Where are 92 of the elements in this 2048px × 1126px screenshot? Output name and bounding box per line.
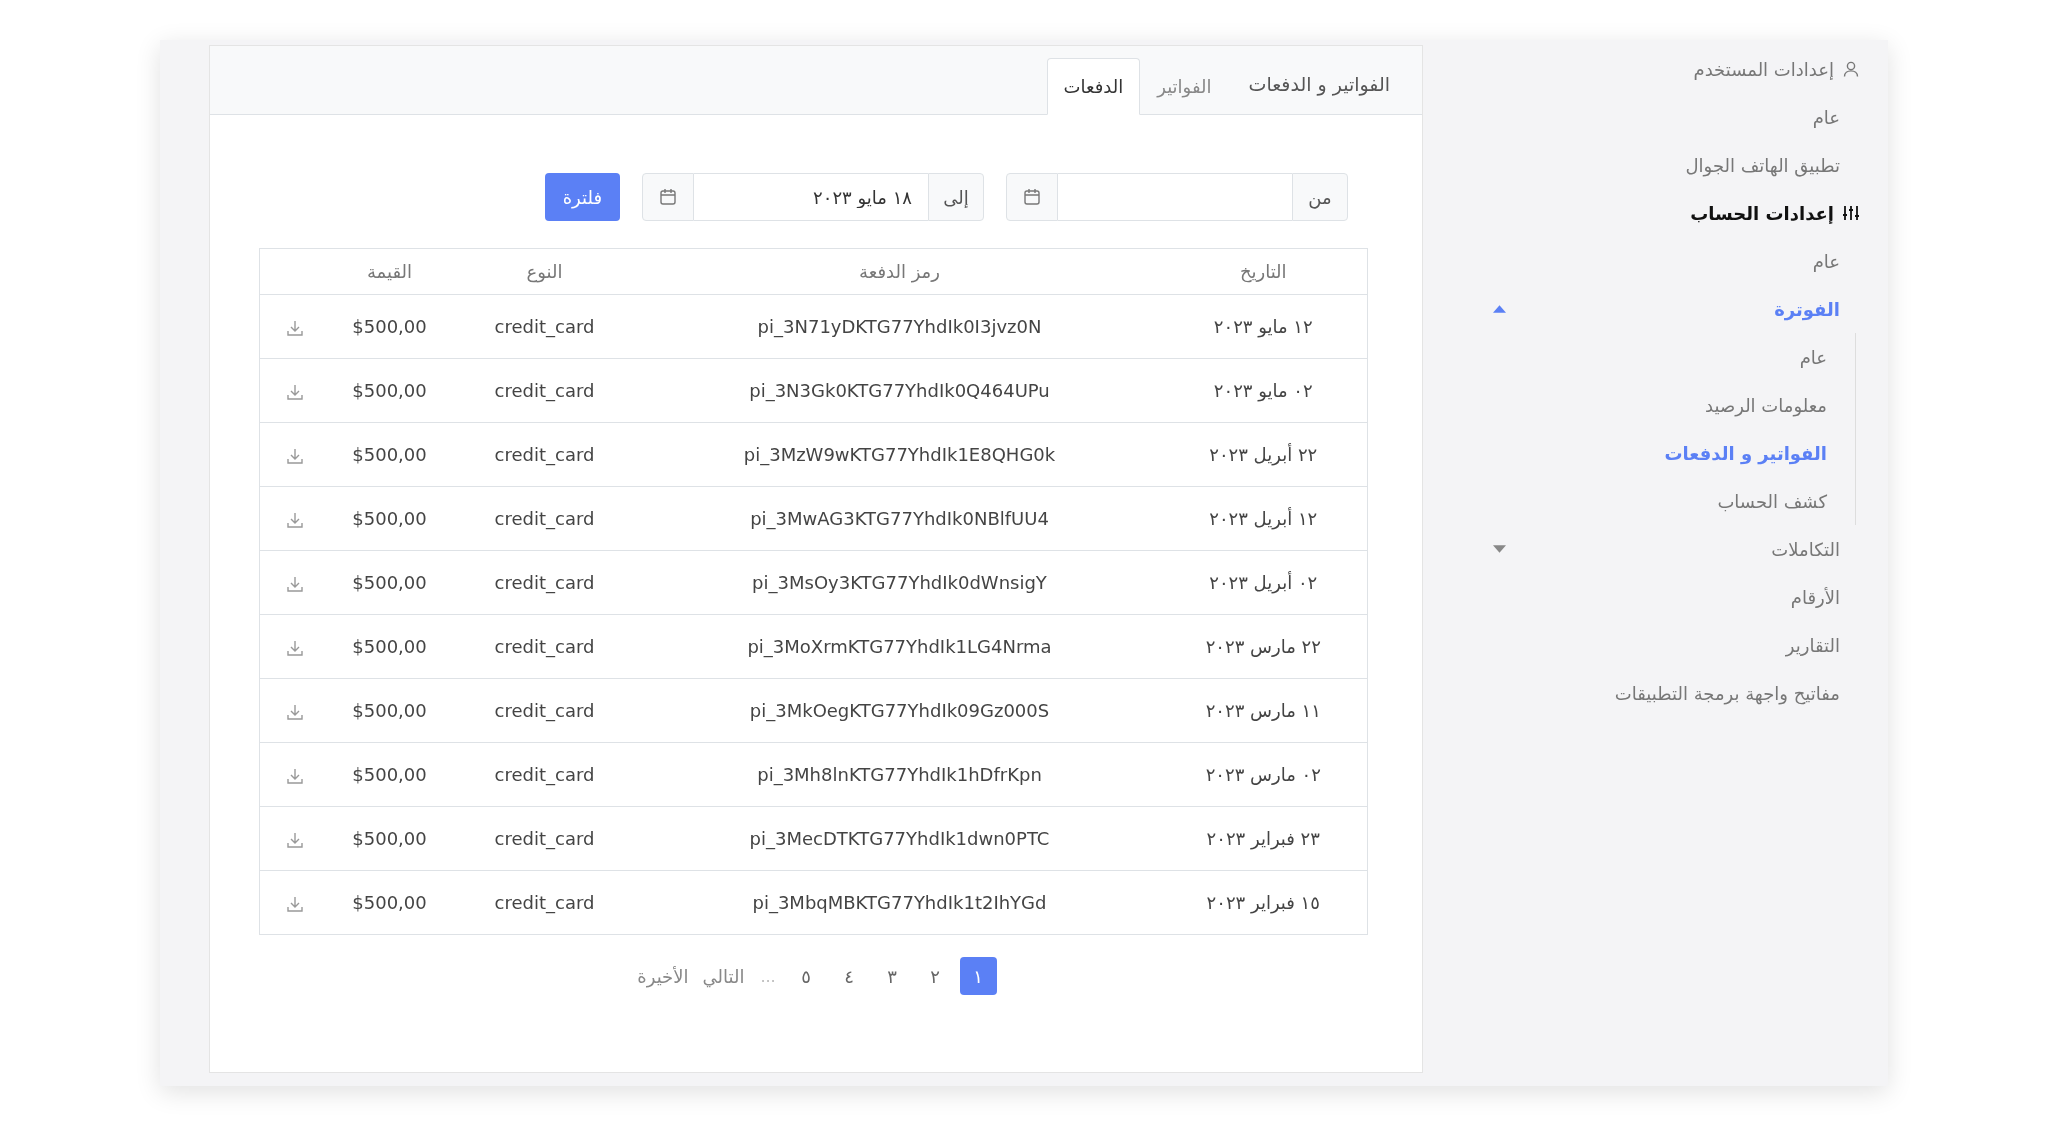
table-cell: ٢٣ فبراير ٢٠٢٣ — [1206, 828, 1320, 849]
pagination-ellipsis: ... — [759, 966, 777, 986]
table-cell: $500,00 — [352, 572, 427, 593]
table-cell: pi_3MwAG3KTG77YhdIk0NBlfUU4 — [750, 508, 1049, 529]
table-cell: $500,00 — [352, 444, 427, 465]
table-cell: pi_3MecDTKTG77YhdIk1dwn0PTC — [749, 828, 1050, 849]
download-icon[interactable] — [285, 895, 304, 913]
column-header: القيمة — [366, 261, 413, 282]
download-icon[interactable] — [285, 639, 304, 657]
table-cell: $500,00 — [352, 316, 427, 337]
table-cell: ٠٢ مايو ٢٠٢٣ — [1213, 380, 1313, 401]
table-cell: $500,00 — [352, 700, 427, 721]
sidebar-item[interactable]: تطبيق الهاتف الجوال — [1685, 154, 1840, 176]
table-cell: ٠٢ مارس ٢٠٢٣ — [1205, 764, 1321, 785]
download-icon[interactable] — [285, 511, 304, 529]
next-page-link[interactable]: التالي — [698, 965, 749, 987]
sidebar-item[interactable]: معلومات الرصيد — [1705, 394, 1827, 416]
table-cell: pi_3MoXrmKTG77YhdIk1LG4Nrma — [747, 636, 1052, 657]
tab[interactable]: الفواتير — [1140, 58, 1229, 115]
table-cell: credit_card — [494, 380, 595, 401]
table-cell: ١٢ أبريل ٢٠٢٣ — [1209, 508, 1318, 529]
download-icon[interactable] — [285, 319, 304, 337]
table-cell: credit_card — [494, 508, 595, 529]
table-cell: ١٢ مايو ٢٠٢٣ — [1213, 316, 1313, 337]
calendar-button[interactable] — [1006, 173, 1058, 221]
download-icon[interactable] — [285, 767, 304, 785]
download-icon[interactable] — [285, 575, 304, 593]
table-cell: pi_3MbqMBKTG77YhdIk1t2IhYGd — [752, 892, 1047, 913]
sidebar-item[interactable]: مفاتيح واجهة برمجة التطبيقات — [1614, 682, 1840, 704]
field-label: إلى — [928, 173, 984, 221]
sidebar-heading[interactable]: إعدادات المستخدم — [1493, 45, 1860, 93]
filter-button[interactable]: فلترة — [544, 173, 620, 221]
table-cell: ٢٢ أبريل ٢٠٢٣ — [1209, 444, 1318, 465]
table-cell: credit_card — [494, 316, 595, 337]
field-label: من — [1292, 173, 1348, 221]
download-icon[interactable] — [285, 447, 304, 465]
calendar-button[interactable] — [642, 173, 694, 221]
table-cell: ١٥ فبراير ٢٠٢٣ — [1206, 892, 1320, 913]
date-field[interactable] — [1058, 173, 1292, 221]
page-button[interactable]: ٥ — [787, 957, 825, 995]
last-page-link[interactable]: الأخيرة — [633, 965, 693, 987]
download-icon[interactable] — [285, 703, 304, 721]
column-header: التاريخ — [1239, 261, 1287, 282]
sidebar-item[interactable]: التكاملات — [1771, 538, 1840, 560]
page-title: الفواتير و الدفعات — [1248, 73, 1390, 95]
date-field[interactable]: ١٨ مايو ٢٠٢٣ — [694, 173, 928, 221]
sidebar-item[interactable]: التقارير — [1785, 634, 1840, 656]
column-header: النوع — [526, 261, 563, 282]
table-cell: credit_card — [494, 636, 595, 657]
download-icon[interactable] — [285, 831, 304, 849]
page-button[interactable]: ٤ — [830, 957, 868, 995]
caret-icon[interactable] — [1493, 545, 1506, 553]
table-cell: credit_card — [494, 892, 595, 913]
sidebar-item[interactable]: الأرقام — [1790, 586, 1840, 608]
table-cell: pi_3N3Gk0KTG77YhdIk0Q464UPu — [749, 380, 1050, 401]
table-cell: pi_3MsOy3KTG77YhdIk0dWnsigY — [752, 572, 1047, 593]
sidebar-item[interactable]: كشف الحساب — [1717, 490, 1827, 512]
table-cell: $500,00 — [352, 892, 427, 913]
sidebar-item[interactable]: الفواتير و الدفعات — [1664, 442, 1827, 464]
user-icon — [1842, 60, 1860, 78]
table-cell: $500,00 — [352, 508, 427, 529]
table-cell: $500,00 — [352, 380, 427, 401]
tab[interactable]: الدفعات — [1046, 58, 1141, 115]
table-cell: ٠٢ أبريل ٢٠٢٣ — [1209, 572, 1318, 593]
caret-icon[interactable] — [1493, 305, 1506, 313]
table-cell: pi_3MkOegKTG77YhdIk09Gz000S — [749, 700, 1050, 721]
calendar-icon — [1023, 188, 1041, 206]
page-button[interactable]: ٣ — [873, 957, 911, 995]
table-cell: credit_card — [494, 444, 595, 465]
table-cell: ٢٢ مارس ٢٠٢٣ — [1205, 636, 1321, 657]
table-cell: credit_card — [494, 572, 595, 593]
calendar-icon — [659, 188, 677, 206]
table-cell: pi_3N71yDKTG77YhdIk0I3jvz0N — [757, 316, 1042, 337]
sliders-icon — [1842, 204, 1860, 222]
table-cell: pi_3Mh8lnKTG77YhdIk1hDfrKpn — [757, 764, 1042, 785]
table-cell: $500,00 — [352, 636, 427, 657]
table-cell: ١١ مارس ٢٠٢٣ — [1205, 700, 1321, 721]
table-cell: $500,00 — [352, 764, 427, 785]
sidebar-heading[interactable]: إعدادات الحساب — [1493, 189, 1860, 237]
sidebar-item[interactable]: الفوترة — [1774, 298, 1840, 320]
page-button[interactable]: ٢ — [916, 957, 954, 995]
column-header: رمز الدفعة — [859, 261, 940, 282]
table-cell: pi_3MzW9wKTG77YhdIk1E8QHG0k — [743, 444, 1056, 465]
table-cell: credit_card — [494, 764, 595, 785]
download-icon[interactable] — [285, 383, 304, 401]
sidebar-item[interactable]: عام — [1812, 106, 1840, 128]
page-button[interactable]: ١ — [959, 957, 997, 995]
table-cell: credit_card — [494, 700, 595, 721]
table-cell: credit_card — [494, 828, 595, 849]
sidebar-item[interactable]: عام — [1799, 346, 1827, 368]
sidebar-item[interactable]: عام — [1812, 250, 1840, 272]
table-cell: $500,00 — [352, 828, 427, 849]
